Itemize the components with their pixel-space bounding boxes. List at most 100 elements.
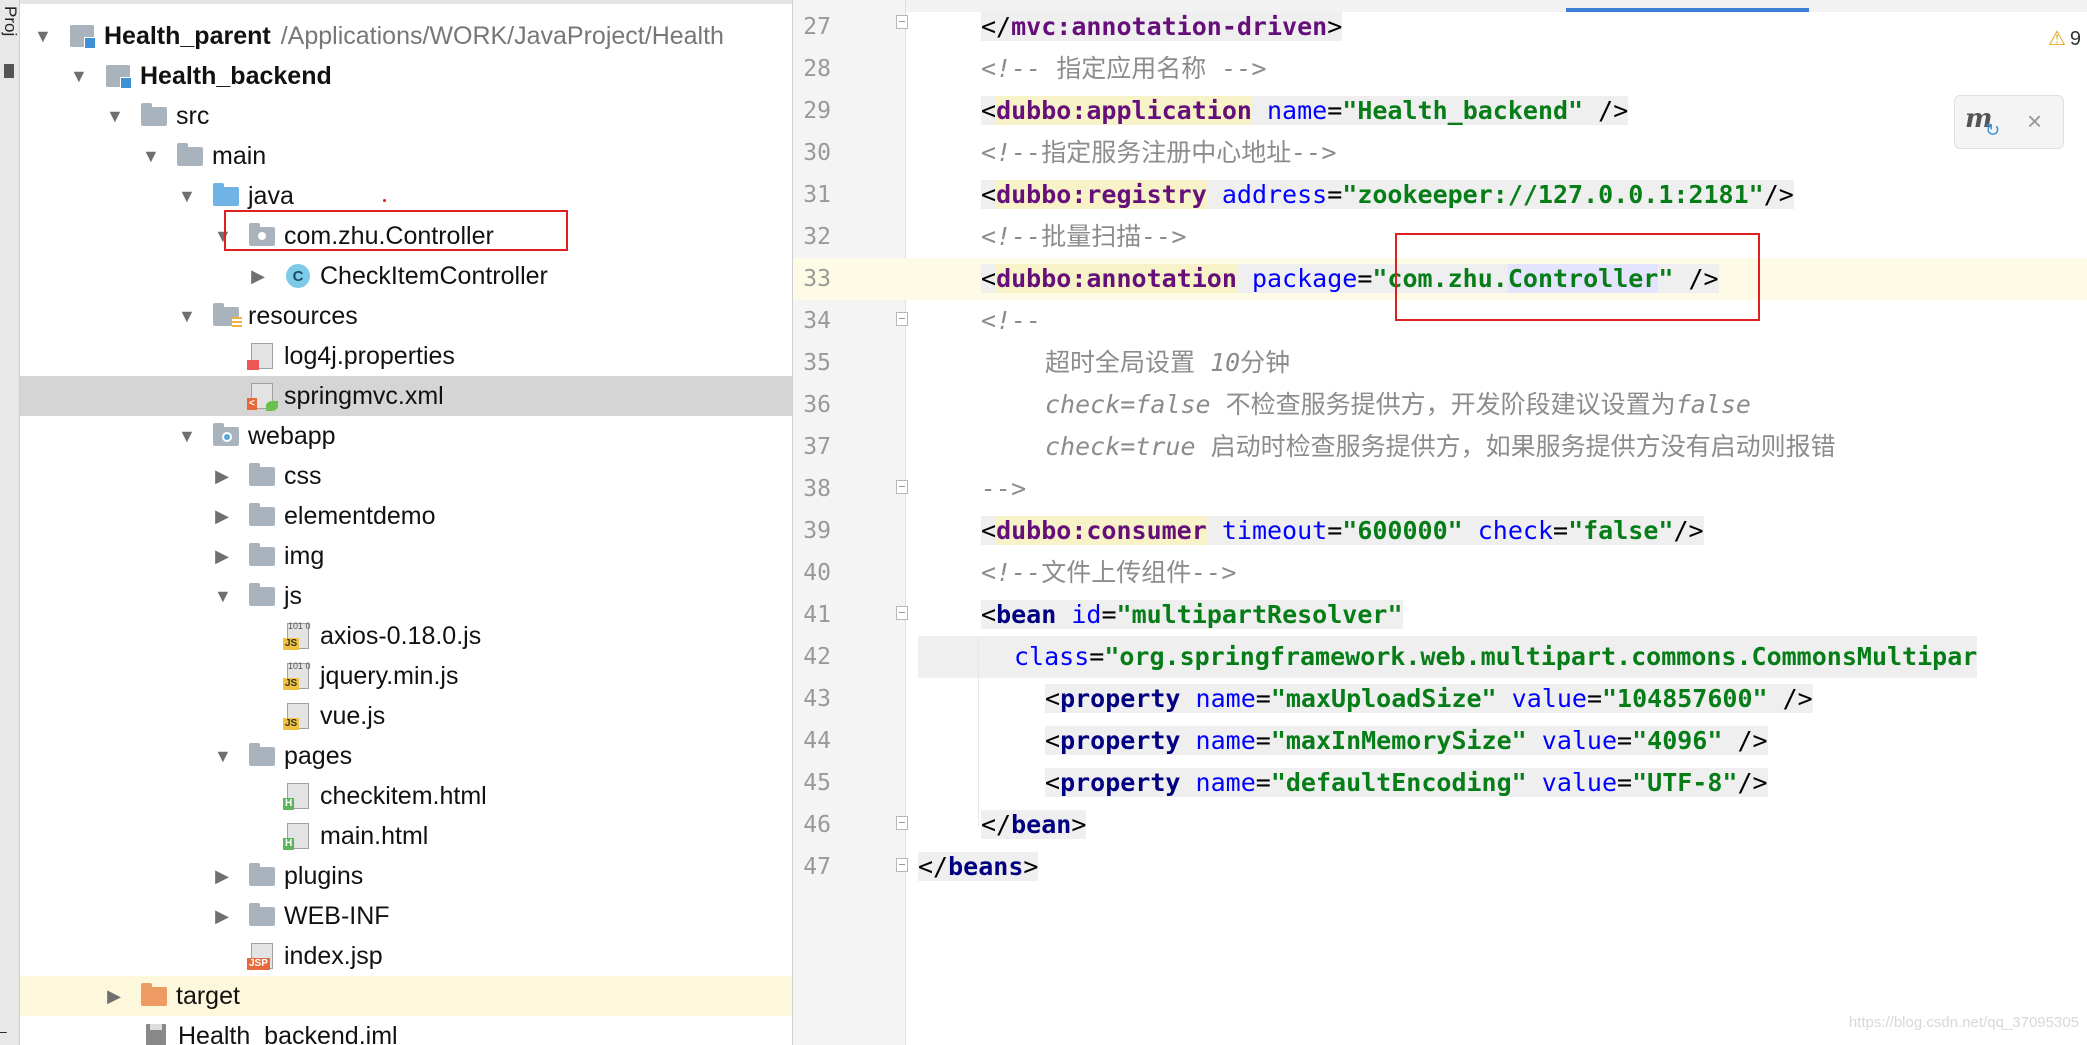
tree-node-health-backend[interactable]: ▼ Health_backend [20, 56, 792, 96]
project-tool-tab[interactable]: Proj [0, 6, 20, 42]
expand-arrow-icon[interactable]: ▼ [34, 26, 52, 47]
maven-reload-popup: m ↻ × [1954, 95, 2064, 149]
line-number: 45 [803, 770, 831, 796]
structure-tab-marker[interactable] [4, 64, 14, 78]
collapse-arrow-icon[interactable]: ▶ [214, 906, 230, 927]
code-line: 36 check=false 不检查服务提供方，开发阶段建议设置为false [793, 384, 2087, 426]
expand-arrow-icon[interactable]: ▼ [178, 306, 196, 327]
code-line: 40 <!--文件上传组件--> [793, 552, 2087, 594]
fold-marker-icon[interactable] [896, 858, 908, 872]
tree-node-pages[interactable]: ▼ pages [20, 736, 792, 776]
tree-node-checkitem-html[interactable]: H checkitem.html [20, 776, 792, 816]
tree-node-resources[interactable]: ▼ resources [20, 296, 792, 336]
code-line: 35 超时全局设置 10分钟 [793, 342, 2087, 384]
folder-icon [176, 142, 204, 168]
tree-node-backend-iml[interactable]: Health_backend.iml [20, 1016, 792, 1045]
fold-marker-icon[interactable] [896, 480, 908, 494]
expand-arrow-icon[interactable]: ▼ [142, 146, 160, 167]
tree-node-plugins[interactable]: ▶ plugins [20, 856, 792, 896]
fold-marker-icon[interactable] [896, 312, 908, 326]
tree-node-js[interactable]: ▼ js [20, 576, 792, 616]
resources-folder-icon [212, 302, 242, 329]
expand-arrow-icon[interactable]: ▼ [214, 586, 232, 607]
tree-node-target[interactable]: ▶ target [20, 976, 792, 1016]
project-tree: ▼ Health_parent /Applications/WORK/JavaP… [20, 0, 793, 1045]
watermark: https://blog.csdn.net/qq_37095305 [1848, 1014, 2079, 1031]
properties-file-icon [247, 343, 276, 370]
folder-icon [248, 542, 276, 568]
tree-node-src[interactable]: ▼ src [20, 96, 792, 136]
tree-node-jquery[interactable]: 101 0 JS jquery.min.js [20, 656, 792, 696]
tree-node-css[interactable]: ▶ css [20, 456, 792, 496]
line-number: 40 [803, 560, 831, 586]
line-number: 29 [803, 98, 831, 124]
html-file-icon: H [283, 783, 312, 810]
tree-node-index-jsp[interactable]: JSP index.jsp [20, 936, 792, 976]
folder-icon [140, 102, 168, 128]
collapse-arrow-icon[interactable]: ▶ [214, 866, 230, 887]
tree-node-springmvc-selected[interactable]: < springmvc.xml [20, 376, 792, 416]
collapse-arrow-icon[interactable]: ▶ [214, 506, 230, 527]
collapse-arrow-icon[interactable]: ▶ [214, 546, 230, 567]
tree-node-vue[interactable]: JS vue.js [20, 696, 792, 736]
tree-node-label: java [248, 181, 294, 210]
code-text: </mvc:annotation-driven> [981, 12, 1343, 41]
folder-icon [248, 462, 276, 488]
collapse-arrow-icon[interactable]: ▶ [214, 466, 230, 487]
tree-node-img[interactable]: ▶ img [20, 536, 792, 576]
tree-node-checkitem-controller[interactable]: ▶ C CheckItemController [20, 256, 792, 296]
tree-node-main-html[interactable]: H main.html [20, 816, 792, 856]
expand-arrow-icon[interactable]: ▼ [178, 186, 196, 207]
code-line: 43 <property name="maxUploadSize" value=… [793, 678, 2087, 720]
line-number: 31 [803, 182, 831, 208]
code-text: check=false 不检查服务提供方，开发阶段建议设置为false [1045, 390, 1751, 419]
jsp-file-icon: JSP [247, 943, 276, 970]
tree-node-label: js [284, 581, 303, 610]
fold-marker-icon[interactable] [896, 15, 908, 29]
tree-node-web-inf[interactable]: ▶ WEB-INF [20, 896, 792, 936]
tree-node-log4j[interactable]: log4j.properties [20, 336, 792, 376]
collapse-arrow-icon[interactable]: ▶ [106, 986, 122, 1007]
module-icon [68, 24, 96, 49]
refresh-icon[interactable]: ↻ [1985, 120, 2000, 141]
tree-node-axios[interactable]: 101 0 JS axios-0.18.0.js [20, 616, 792, 656]
expand-arrow-icon[interactable]: ▼ [70, 66, 88, 87]
code-editor[interactable]: ⚠ 9 27 </mvc:annotation-driven> 28 <!-- 指… [793, 0, 2087, 1045]
tree-node-webapp[interactable]: ▼ webapp [20, 416, 792, 456]
code-text: <!--批量扫描--> [981, 222, 1187, 251]
line-number: 30 [803, 140, 831, 166]
expand-arrow-icon[interactable]: ▼ [214, 746, 232, 767]
tree-node-elementdemo[interactable]: ▶ elementdemo [20, 496, 792, 536]
fold-marker-icon[interactable] [896, 606, 908, 620]
fold-marker-icon[interactable] [896, 816, 908, 830]
tree-node-label: img [284, 541, 325, 570]
tree-node-main[interactable]: ▼ main [20, 136, 792, 176]
code-text: 超时全局设置 10分钟 [1045, 348, 1291, 377]
tree-node-label: main.html [320, 821, 429, 850]
folder-icon [248, 742, 276, 768]
code-text: </bean> [981, 810, 1087, 839]
line-number: 34 [803, 308, 831, 334]
code-text: <!-- 指定应用名称 --> [981, 54, 1267, 83]
code-text: class="org.springframework.web.multipart… [918, 636, 1978, 678]
tree-node-label: webapp [248, 421, 336, 450]
code-line: 27 </mvc:annotation-driven> [793, 6, 2087, 48]
html-file-icon: H [283, 823, 312, 850]
folder-icon [248, 902, 276, 928]
tree-node-label: pages [284, 741, 353, 770]
tree-node-health-parent[interactable]: ▼ Health_parent /Applications/WORK/JavaP… [20, 16, 792, 56]
code-line: 46 </bean> [793, 804, 2087, 846]
collapse-arrow-icon[interactable]: ▶ [250, 266, 266, 287]
close-icon[interactable]: × [2027, 106, 2042, 137]
tree-node-label: axios-0.18.0.js [320, 621, 482, 650]
line-number: 37 [803, 434, 831, 460]
expand-arrow-icon[interactable]: ▼ [106, 106, 124, 127]
code-line: 38 --> [793, 468, 2087, 510]
line-number: 27 [803, 14, 831, 40]
tree-node-label: springmvc.xml [284, 381, 444, 410]
code-text: <dubbo:registry address="zookeeper://127… [981, 180, 1794, 209]
code-line: 47 </beans> [793, 846, 2087, 888]
expand-arrow-icon[interactable]: ▼ [178, 426, 196, 447]
tree-top-border [20, 0, 792, 4]
line-number: 35 [803, 350, 831, 376]
